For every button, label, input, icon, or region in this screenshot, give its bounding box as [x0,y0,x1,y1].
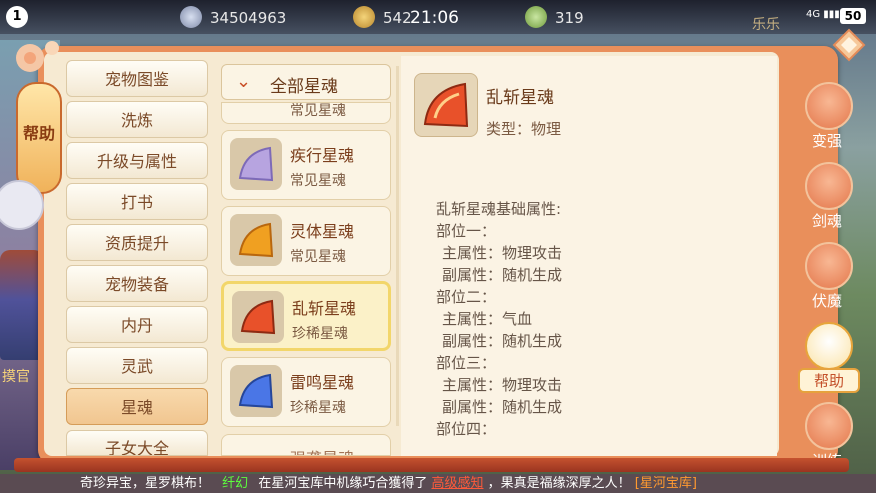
clock: 21:06 [410,8,459,28]
tab-sword-soul[interactable]: 剑魂 [798,162,856,242]
category-item[interactable]: 升级与属性 [66,142,208,179]
soul-list-item[interactable]: 疾行星魂 常见星魂 [221,130,391,200]
detail-title: 乱斩星魂 [486,88,554,108]
ticker-link[interactable]: [星河宝库] [635,474,697,493]
tab-demon[interactable]: 伏魔 [798,242,856,322]
window-bottom-rail [14,458,849,472]
status-bar: 1 34504963 542 21:06 319 乐乐 4G ▮▮▮ 50 [0,0,876,34]
category-item[interactable]: 宠物装备 [66,265,208,302]
detail-line: 副属性：随机生成 [442,332,563,350]
tab-strengthen[interactable]: 变强 [798,82,856,162]
detail-line: 副属性：随机生成 [442,398,563,416]
ticker-item[interactable]: 高级感知 [431,474,483,493]
category-item-selected[interactable]: 星魂 [66,388,208,425]
detail-line: 部位四： [436,420,497,438]
book-icon [805,402,853,450]
notification-indicator: 1 [6,6,28,28]
help-side-tab[interactable]: 帮助 [16,82,62,194]
help-clown-icon [805,322,853,370]
star-soul-blue-icon [230,365,282,417]
category-item[interactable]: 内丹 [66,306,208,343]
detail-type: 类型：物理 [486,120,562,138]
gold-counter: 542 [353,6,413,28]
diamond-ornament-icon [832,28,866,62]
star-soul-red-icon [232,291,284,343]
soul-list-item[interactable]: 灵体星魂 常见星魂 [221,206,391,276]
category-item[interactable]: 资质提升 [66,224,208,261]
jade-coin-icon [525,6,547,28]
category-item[interactable]: 灵武 [66,347,208,384]
category-item[interactable]: 宠物图鉴 [66,60,208,97]
detail-line: 主属性：物理攻击 [442,376,563,394]
jade-counter: 319 [525,6,595,28]
category-item[interactable]: 打书 [66,183,208,220]
faded-label: 乐乐 [752,17,780,33]
demon-icon [805,242,853,290]
chevron-down-icon: ⌄ [236,71,252,92]
soul-filter-dropdown[interactable]: ⌄ 全部星魂 [221,64,391,100]
detail-heading: 乱斩星魂基础属性: [436,200,562,218]
star-soul-purple-icon [230,138,282,190]
star-soul-orange-icon [230,214,282,266]
sword-icon [805,162,853,210]
flower-ornament-icon [16,41,59,72]
signal-icon: 4G ▮▮▮ [806,9,840,20]
soul-list-item-selected[interactable]: 乱斩星魂 珍稀星魂 [221,281,391,351]
character-name: 摸官 [2,369,30,385]
category-item[interactable]: 洗炼 [66,101,208,138]
list-item-clipped[interactable]: 常见星魂 [221,102,391,124]
ticker-player[interactable]: 纤幻 [222,474,248,493]
detail-line: 部位一： [436,222,497,240]
battery-icon: 50 [840,8,866,24]
star-soul-red-icon [414,73,478,137]
strength-icon [805,82,853,130]
detail-line: 主属性：气血 [442,310,533,328]
detail-line: 部位三： [436,354,497,372]
silver-coin-icon [180,6,202,28]
soul-list-item[interactable]: 雷鸣星魂 珍稀星魂 [221,357,391,427]
category-item[interactable]: 子女大全 [66,430,208,456]
system-ticker: 奇珍异宝，星罗棋布！ 纤幻 在星河宝库中机缘巧合獲得了 高级感知 ，果真是福缘深… [0,474,876,493]
detail-line: 副属性：随机生成 [442,266,563,284]
tab-help[interactable]: 帮助 [798,322,860,402]
gold-coin-icon [353,6,375,28]
list-scrollbar[interactable] [396,66,399,426]
silver-counter: 34504963 [180,6,310,28]
detail-line: 部位二： [436,288,497,306]
list-item-clipped[interactable]: 强袭星魂 [221,434,391,456]
detail-line: 主属性：物理攻击 [442,244,563,262]
